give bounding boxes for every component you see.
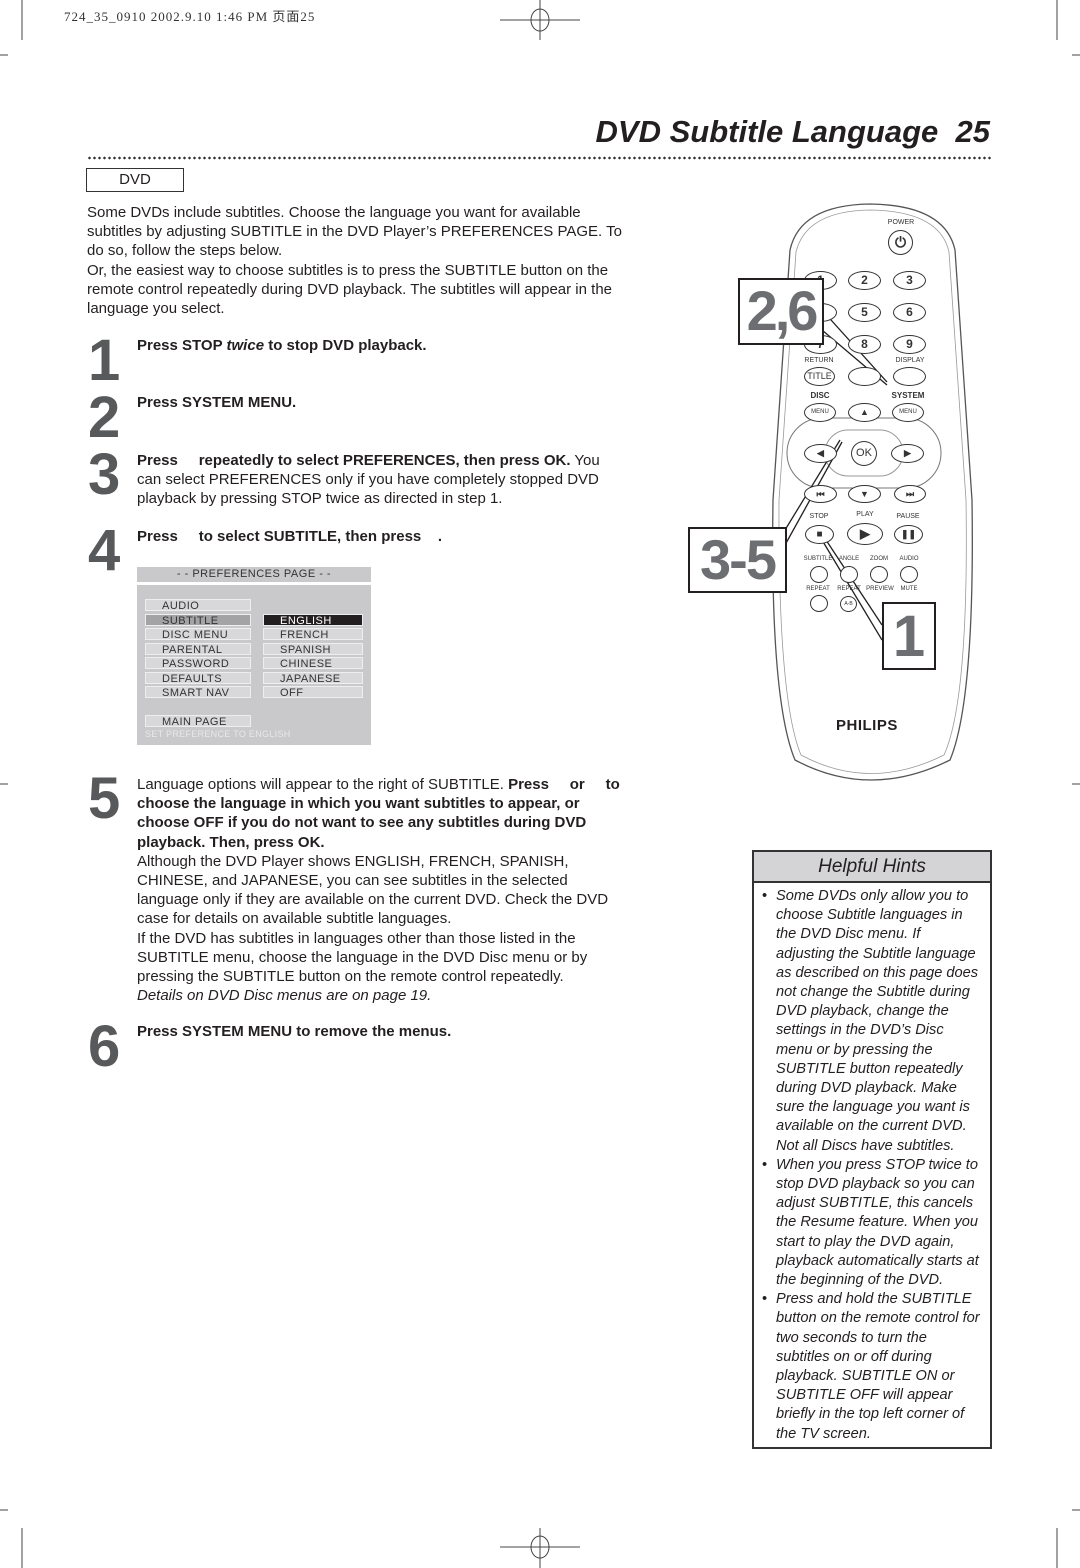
repeat-label: REPEAT [806, 586, 830, 592]
digit-3-button[interactable]: 3 [893, 271, 926, 290]
next-icon: ⏭ [905, 489, 915, 499]
stop-icon: ■ [816, 529, 823, 540]
hints-list: Some DVDs only allow you to choose Subti… [754, 883, 990, 1444]
power-button[interactable]: ⏻ [888, 230, 913, 255]
stop-label: STOP [809, 513, 829, 520]
preview-label: PREVIEW [866, 586, 894, 592]
title-button[interactable]: TITLE [804, 367, 835, 386]
next-button[interactable]: ⏭ [894, 485, 926, 503]
disc-menu-button[interactable]: MENU [804, 403, 836, 422]
zoom-button[interactable] [870, 566, 888, 583]
angle-button[interactable] [840, 566, 858, 583]
arrow-down-icon: ▼ [860, 489, 869, 499]
arrow-right-icon: ▶ [904, 448, 911, 458]
philips-logo: PHILIPS [836, 717, 898, 734]
repeat-button[interactable] [810, 595, 828, 612]
mute-label: MUTE [900, 586, 918, 592]
system-label: SYSTEM [891, 391, 925, 400]
repeat-ab-button[interactable]: A-B [840, 596, 857, 612]
hints-title: Helpful Hints [754, 852, 990, 883]
arrow-up-icon: ▲ [860, 407, 869, 417]
callout-step-1: 1 [882, 602, 936, 670]
return-label: RETURN [804, 357, 834, 364]
hint-item: When you press STOP twice to stop DVD pl… [762, 1156, 982, 1290]
previous-button[interactable]: ⏮ [804, 485, 837, 503]
display-button[interactable] [893, 367, 926, 386]
display-label: DISPLAY [895, 357, 925, 364]
callout-steps-3-5: 3-5 [688, 527, 787, 593]
digit-9-button[interactable]: 9 [893, 335, 926, 354]
left-button[interactable]: ◀ [804, 444, 837, 463]
previous-icon: ⏮ [816, 489, 825, 499]
pause-icon: ❚❚ [900, 529, 917, 539]
power-icon: ⏻ [894, 234, 907, 250]
pause-label: PAUSE [896, 513, 920, 520]
repeat-ab-label: REPEAT [837, 586, 861, 592]
audio-button[interactable] [900, 566, 918, 583]
play-label: PLAY [856, 511, 874, 518]
power-label: POWER [887, 219, 915, 226]
callout-steps-2-6: 2,6 [738, 278, 824, 345]
right-button[interactable]: ▶ [891, 444, 924, 463]
hint-item: Some DVDs only allow you to choose Subti… [762, 887, 982, 1156]
arrow-left-icon: ◀ [817, 448, 824, 458]
digit-5-button[interactable]: 5 [848, 303, 881, 322]
digit-8-button[interactable]: 8 [848, 335, 881, 354]
up-button[interactable]: ▲ [848, 403, 881, 422]
subtitle-button[interactable] [810, 566, 828, 583]
digit-6-button[interactable]: 6 [893, 303, 926, 322]
disc-label: DISC [810, 391, 830, 400]
digit-2-button[interactable]: 2 [848, 271, 881, 290]
system-menu-button[interactable]: MENU [892, 403, 924, 422]
down-button[interactable]: ▼ [848, 485, 881, 503]
stop-button[interactable]: ■ [805, 525, 834, 544]
zoom-label: ZOOM [870, 556, 888, 562]
manual-page: 724_35_0910 2002.9.10 1:46 PM 页面25 DVD S… [0, 0, 1080, 1568]
subtitle-label: SUBTITLE [803, 556, 833, 562]
hint-item: Press and hold the SUBTITLE button on th… [762, 1290, 982, 1444]
helpful-hints-box: Helpful Hints Some DVDs only allow you t… [752, 850, 992, 1449]
play-button[interactable]: ▶ [847, 523, 883, 545]
digit-0-button[interactable] [848, 367, 881, 386]
audio-label: AUDIO [899, 556, 919, 562]
ok-button[interactable]: OK [851, 441, 877, 466]
pause-button[interactable]: ❚❚ [894, 525, 923, 544]
play-icon: ▶ [860, 526, 870, 541]
angle-label: ANGLE [838, 556, 860, 562]
